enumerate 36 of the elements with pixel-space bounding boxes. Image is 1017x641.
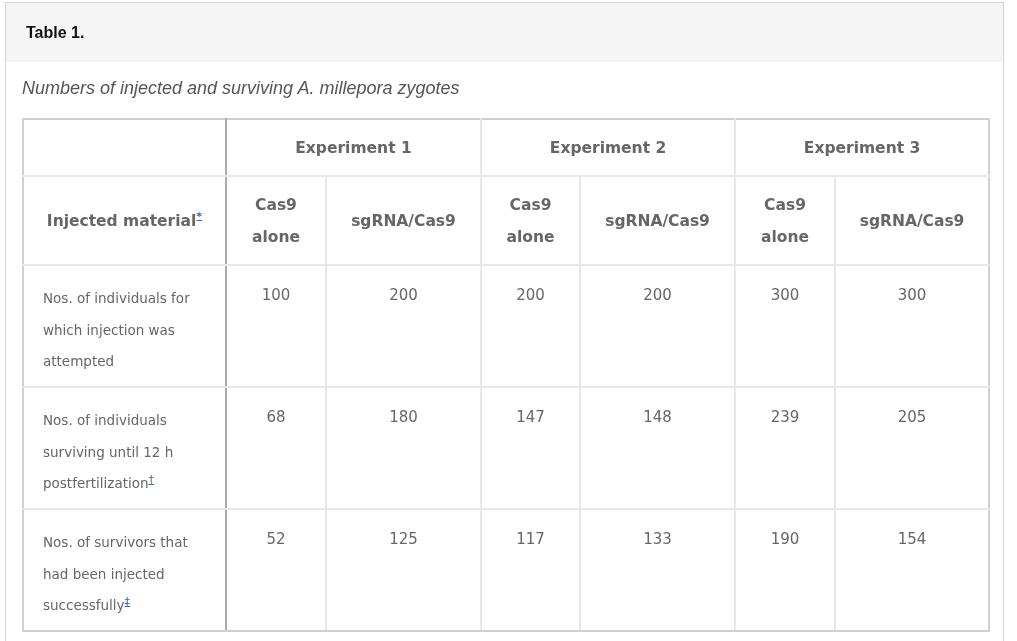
column-group-header: Experiment 1 <box>226 119 481 176</box>
row-label: Nos. of individuals for which injection was attempted <box>43 290 190 369</box>
table-title: Table 1. <box>26 23 85 42</box>
table-cell: 100 <box>226 265 326 387</box>
table-cell: 300 <box>735 265 836 387</box>
column-header: sgRNA/Cas9 <box>835 176 990 265</box>
table-cell: 200 <box>580 265 736 387</box>
table-cell: 125 <box>326 509 481 631</box>
table-cell: 200 <box>326 265 481 387</box>
column-header: Cas9 alone <box>735 176 836 265</box>
table-cell: 52 <box>226 509 326 631</box>
table-cell: 200 <box>481 265 580 387</box>
table-cell: 300 <box>835 265 990 387</box>
table-cell: 117 <box>481 509 580 631</box>
table-cell: 147 <box>481 387 580 509</box>
column-group-header: Experiment 2 <box>481 119 736 176</box>
column-header: Cas9 alone <box>481 176 580 265</box>
column-header: sgRNA/Cas9 <box>326 176 481 265</box>
footnote-link[interactable]: † <box>148 472 155 486</box>
table-caption: Numbers of injected and surviving A. millepora zygotes <box>22 78 461 99</box>
table-cell: 205 <box>835 387 990 509</box>
footnote-link[interactable]: * <box>196 209 203 223</box>
column-header: sgRNA/Cas9 <box>580 176 736 265</box>
table-cell: 180 <box>326 387 481 509</box>
row-label: Nos. of individuals surviving until 12 h postfertilization$^{†}$ <box>43 412 174 491</box>
column-header: Cas9 alone <box>226 176 326 265</box>
row-label: Nos. of survivors that had been injected successfully$^{‡}$ <box>43 534 188 613</box>
table-cell: 68 <box>226 387 326 509</box>
footnote-link[interactable]: ‡ <box>124 594 131 608</box>
table-cell: 190 <box>735 509 836 631</box>
table-cell: 239 <box>735 387 836 509</box>
table-cell: 154 <box>835 509 990 631</box>
table-cell: 133 <box>580 509 736 631</box>
column-header: Injected material$^{*}$ <box>46 211 203 230</box>
column-group-header: Experiment 3 <box>735 119 990 176</box>
table-cell: 148 <box>580 387 736 509</box>
